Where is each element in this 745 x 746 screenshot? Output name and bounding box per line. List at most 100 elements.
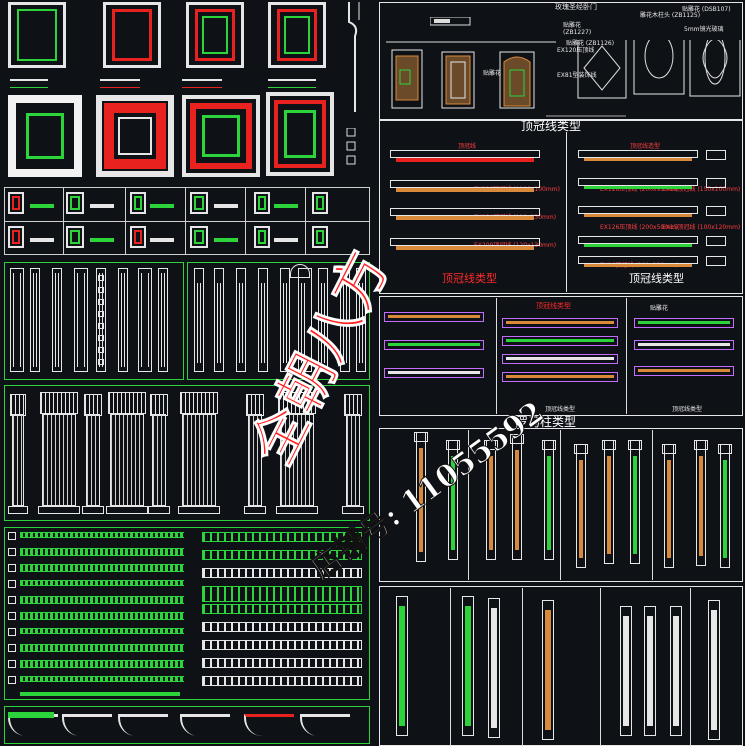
door-elevation xyxy=(386,19,745,120)
trim-strip xyxy=(202,604,362,614)
trim-strip xyxy=(20,628,184,634)
pilaster xyxy=(52,268,62,372)
roman-column-fill xyxy=(419,448,423,552)
column-capital xyxy=(108,392,146,414)
crown-bar xyxy=(390,208,540,216)
column-shaft xyxy=(152,414,166,506)
pilaster xyxy=(158,268,168,372)
roman-column-capital xyxy=(662,444,676,454)
roman-column-capital xyxy=(602,440,616,450)
roman-column-fill xyxy=(667,460,671,558)
column-capital xyxy=(10,394,26,416)
column-shaft xyxy=(346,414,360,506)
crown-right-label-4: EX15顶冠线 (100x120mm) xyxy=(662,224,741,231)
crown-bar xyxy=(390,150,540,158)
callout-2: (ZB1227) xyxy=(563,29,592,36)
molding-profile xyxy=(268,79,316,88)
roman-column-capital xyxy=(694,440,708,450)
pilaster-ornament xyxy=(98,347,104,353)
crown-left-label-0: 顶冠线 xyxy=(458,143,477,150)
roman-column-capital xyxy=(574,444,588,454)
pilaster-flute xyxy=(55,273,59,367)
crown-bar xyxy=(390,238,540,246)
pilaster-ornament xyxy=(98,323,104,329)
roman-section-title: 罗马柱类型 xyxy=(516,415,577,429)
column-base xyxy=(38,506,80,514)
door-title: 玫瑰圣经卧门 xyxy=(555,3,597,11)
pilaster-ornament xyxy=(98,311,104,317)
roman-column-fill xyxy=(633,456,637,554)
pilaster xyxy=(10,268,24,372)
trim-strip xyxy=(20,644,184,652)
roman-column-capital xyxy=(542,440,556,450)
crown-bar xyxy=(578,256,698,264)
column-shaft xyxy=(12,414,24,506)
roman-column-fill xyxy=(451,456,455,550)
roman-column-fill xyxy=(723,460,727,558)
panel-frame xyxy=(96,95,174,177)
crown2-bar-fill xyxy=(388,343,480,346)
callout-8: 贴雕花 (DSB107) xyxy=(682,6,731,13)
pilaster-flute xyxy=(321,283,325,363)
trim-strip xyxy=(20,548,184,556)
crown-bar-detail xyxy=(706,256,726,266)
crown2-bar-fill xyxy=(506,339,614,342)
trim-strip xyxy=(202,550,362,560)
panel-frame xyxy=(182,95,260,177)
crown-bar-detail xyxy=(706,178,726,188)
trim-strip xyxy=(202,676,362,686)
pilaster xyxy=(258,268,268,372)
column-shaft xyxy=(182,414,216,506)
roman-column-fill xyxy=(607,456,611,554)
callout-1: 贴雕花 xyxy=(563,22,582,29)
small-profile-icon xyxy=(345,127,359,168)
column-capital xyxy=(180,392,218,414)
shell-ornament xyxy=(290,264,310,278)
crown2-caption: 顶冠线类型 xyxy=(545,406,576,413)
trim-strip xyxy=(20,596,184,604)
crown-bar xyxy=(578,150,698,158)
molding-profile xyxy=(182,79,222,88)
pilaster-flute xyxy=(141,273,149,367)
column-shaft xyxy=(42,414,76,506)
crown-profile xyxy=(180,714,230,736)
crown2-bar-fill xyxy=(506,375,614,378)
pilaster-flute xyxy=(33,273,37,367)
vertical-molding-profile xyxy=(345,2,365,112)
crown-profile-accent xyxy=(8,712,54,718)
crown2-bar-fill xyxy=(638,369,730,372)
roman-column-capital xyxy=(510,434,524,444)
trim-profile xyxy=(8,628,16,636)
pilaster xyxy=(194,268,204,372)
crown-bar-fill xyxy=(584,158,692,161)
pilaster-ornament xyxy=(98,275,104,281)
trim-strip xyxy=(202,622,362,632)
crown-bar-fill xyxy=(584,186,692,189)
column-base xyxy=(178,506,220,514)
pilaster-flute xyxy=(161,273,165,367)
trim-profile xyxy=(8,564,16,572)
column-base xyxy=(342,506,364,514)
trim-profile xyxy=(8,612,16,620)
crown-bar-fill xyxy=(584,264,692,267)
pilaster-flute xyxy=(217,283,221,363)
panel-frame xyxy=(103,2,161,68)
detail-column-fill xyxy=(399,606,405,726)
trim-strip xyxy=(20,532,184,538)
trim-profile xyxy=(8,580,16,588)
trim-strip xyxy=(202,568,362,578)
detail-column-fill xyxy=(673,616,679,726)
crown-bar-fill xyxy=(396,216,534,220)
pilaster-flute xyxy=(283,283,287,363)
roman-column-capital xyxy=(628,440,642,450)
detail-column-fill xyxy=(623,616,629,726)
detail-column-fill xyxy=(711,610,717,730)
crown-profile xyxy=(300,714,350,736)
crown-bar-fill xyxy=(396,246,534,250)
pilaster xyxy=(356,268,366,372)
trim-strip xyxy=(202,586,362,602)
detail-column-fill xyxy=(491,608,497,728)
pilaster-flute xyxy=(121,273,125,367)
pilaster xyxy=(340,268,350,372)
roman-column-fill xyxy=(579,460,583,558)
